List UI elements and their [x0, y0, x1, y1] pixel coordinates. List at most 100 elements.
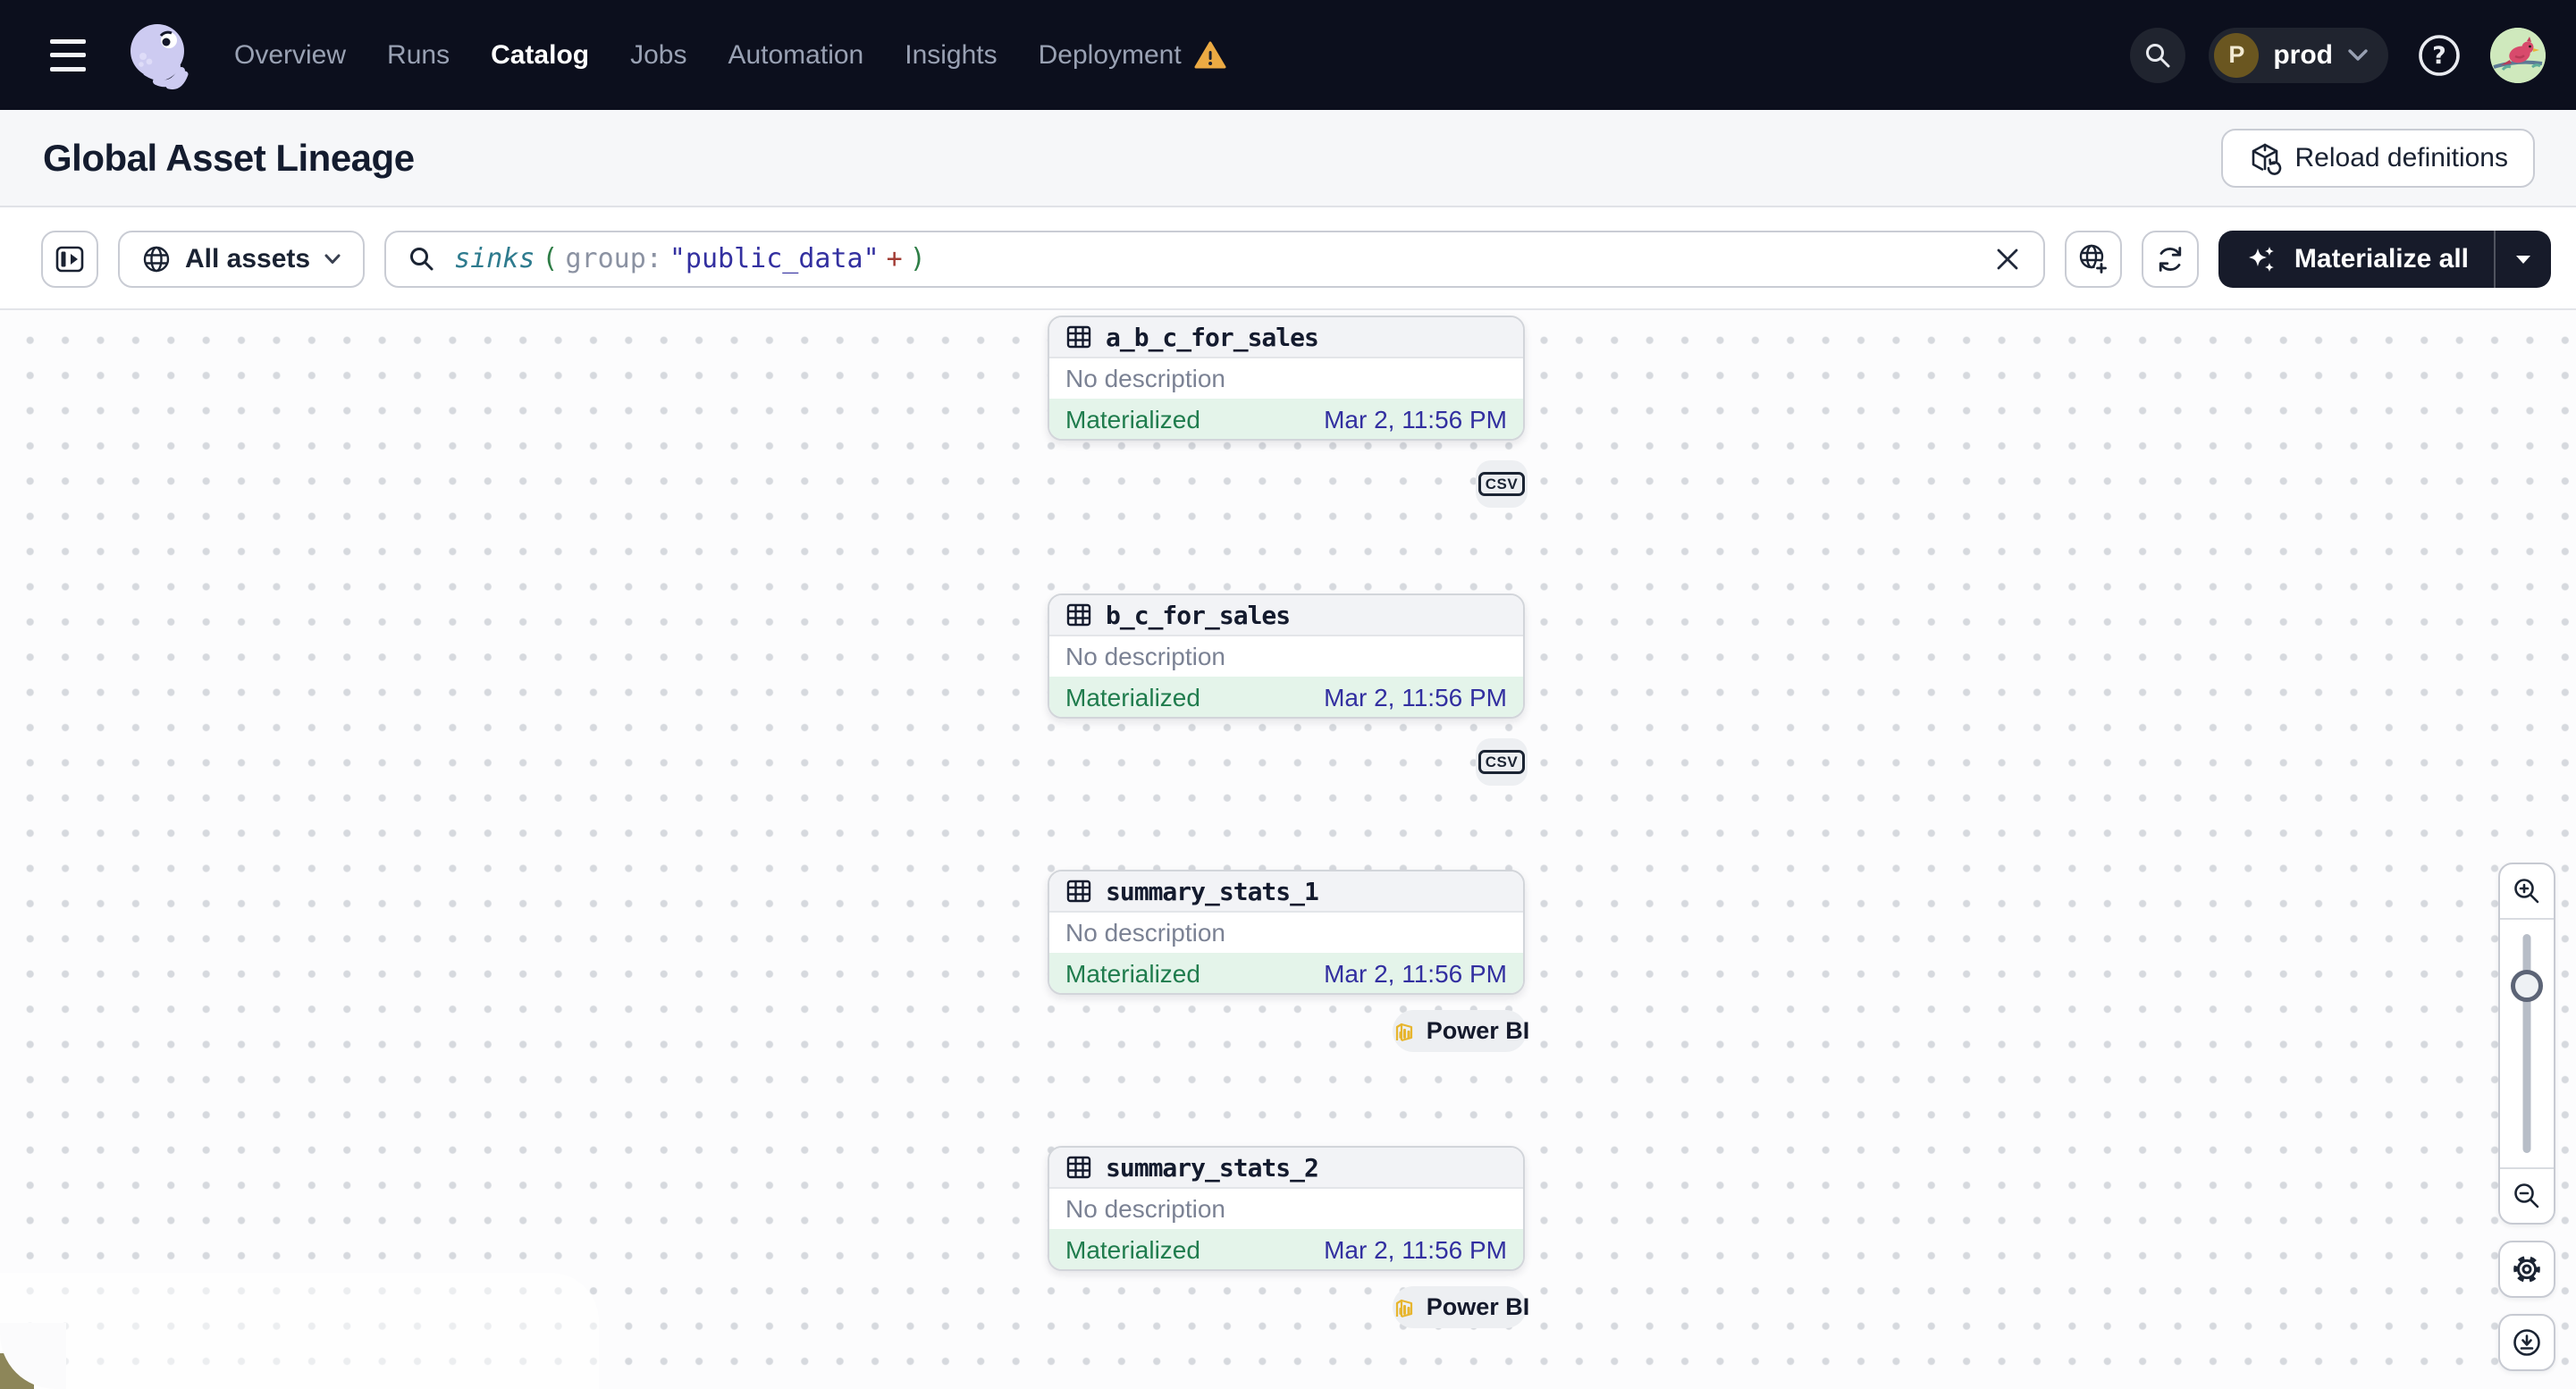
deployment-badge: P [2214, 32, 2260, 78]
open-left-panel-button[interactable] [41, 230, 98, 288]
refresh-button[interactable] [2141, 230, 2199, 288]
refresh-icon [2154, 243, 2186, 275]
reload-definitions-button[interactable]: Reload definitions [2220, 128, 2535, 188]
search-button[interactable] [2130, 27, 2186, 83]
materialization-timestamp[interactable]: Mar 2, 11:56 PM [1324, 960, 1507, 989]
table-icon [1065, 324, 1092, 350]
nav-item-label: Deployment [1038, 39, 1182, 70]
chevron-down-icon [324, 253, 341, 265]
deployment-name: prod [2273, 39, 2333, 70]
status-badge: Materialized [1065, 959, 1200, 988]
powerbi-kind-tag[interactable]: Power BI [1390, 1010, 1529, 1052]
nav-item-catalog[interactable]: Catalog [491, 40, 589, 71]
powerbi-icon [1390, 1018, 1417, 1045]
materialize-split-button: Materialize all [2218, 230, 2551, 288]
asset-node-header: summary_stats_2 [1049, 1148, 1523, 1189]
query-field: group: [565, 243, 662, 274]
zoom-out-button[interactable] [2500, 1167, 2554, 1223]
zoom-in-button[interactable] [2500, 864, 2554, 920]
lineage-toolbar: All assets sinks ( group: "public_data" … [0, 209, 2576, 310]
code-location-reload-icon [2248, 141, 2282, 175]
page-title: Global Asset Lineage [43, 136, 415, 179]
nav-item-jobs[interactable]: Jobs [630, 40, 686, 71]
clear-query-button[interactable] [1988, 240, 2027, 279]
warning-icon [1194, 41, 1226, 70]
nav-item-automation[interactable]: Automation [728, 40, 863, 71]
zoom-slider-thumb[interactable] [2511, 970, 2543, 1002]
zoom-slider[interactable] [2500, 920, 2554, 1167]
asset-status-row: Materialized Mar 2, 11:56 PM [1049, 1229, 1523, 1269]
zoom-slider-track[interactable] [2522, 934, 2531, 1153]
top-navbar: Overview Runs Catalog Jobs Automation In… [0, 0, 2576, 110]
close-icon [1996, 248, 2019, 271]
panel-toggle-icon [54, 243, 86, 275]
graph-settings-button[interactable] [2498, 1241, 2555, 1298]
search-icon [2143, 41, 2172, 70]
menu-icon[interactable] [50, 38, 89, 72]
csv-kind-tag[interactable]: CSV [1476, 460, 1528, 508]
view-full-graph-button[interactable] [2064, 230, 2122, 288]
sparkles-icon [2243, 241, 2279, 277]
materialize-options-button[interactable] [2496, 231, 2551, 288]
zoom-out-icon [2512, 1181, 2542, 1211]
materialize-all-button[interactable]: Materialize all [2218, 231, 2494, 288]
zoom-in-icon [2512, 876, 2542, 906]
asset-description: No description [1065, 1194, 1225, 1223]
asset-node-summary-stats-2[interactable]: summary_stats_2 No description Materiali… [1048, 1146, 1525, 1271]
table-icon [1065, 878, 1092, 905]
powerbi-kind-tag[interactable]: Power BI [1390, 1286, 1530, 1328]
user-avatar[interactable] [2490, 27, 2546, 83]
minimap-glow [0, 1273, 599, 1389]
csv-kind-tag[interactable]: CSV [1476, 738, 1528, 786]
asset-node-header: summary_stats_1 [1049, 871, 1523, 913]
asset-name: a_b_c_for_sales [1106, 322, 1319, 352]
asset-node-summary-stats-1[interactable]: summary_stats_1 No description Materiali… [1048, 870, 1525, 995]
asset-status-row: Materialized Mar 2, 11:56 PM [1049, 677, 1523, 717]
asset-node-a-b-c-for-sales[interactable]: a_b_c_for_sales No description Materiali… [1048, 316, 1525, 441]
materialization-timestamp[interactable]: Mar 2, 11:56 PM [1324, 406, 1507, 434]
powerbi-label: Power BI [1426, 1293, 1530, 1320]
query-open-paren: ( [542, 243, 559, 274]
zoom-control-panel [2498, 863, 2555, 1225]
download-icon [2511, 1326, 2543, 1359]
help-button[interactable]: ? [2412, 28, 2467, 83]
lineage-canvas[interactable]: a_b_c_for_sales No description Materiali… [0, 312, 2576, 1389]
nav-item-runs[interactable]: Runs [387, 40, 450, 71]
asset-description: No description [1065, 364, 1225, 392]
table-icon [1065, 602, 1092, 628]
download-graph-button[interactable] [2498, 1314, 2555, 1371]
nav-right-cluster: P prod ? [2130, 27, 2546, 83]
asset-description: No description [1065, 918, 1225, 947]
materialization-timestamp[interactable]: Mar 2, 11:56 PM [1324, 684, 1507, 712]
deployment-switcher[interactable]: P prod [2209, 27, 2388, 83]
asset-node-header: b_c_for_sales [1049, 595, 1523, 636]
status-badge: Materialized [1065, 683, 1200, 711]
asset-description: No description [1065, 642, 1225, 670]
primary-nav: Overview Runs Catalog Jobs Automation In… [234, 40, 1226, 71]
globe-icon [141, 244, 172, 274]
globe-plus-icon [2076, 242, 2110, 276]
asset-scope-label: All assets [185, 243, 311, 274]
nav-item-overview[interactable]: Overview [234, 40, 346, 71]
search-icon [408, 245, 436, 274]
table-icon [1065, 1154, 1092, 1181]
gear-icon [2511, 1253, 2543, 1285]
question-icon: ? [2416, 32, 2462, 79]
asset-name: summary_stats_2 [1106, 1152, 1319, 1183]
powerbi-icon [1390, 1294, 1417, 1321]
asset-node-b-c-for-sales[interactable]: b_c_for_sales No description Materialize… [1048, 593, 1525, 719]
page-header: Global Asset Lineage Reload definitions [0, 110, 2576, 207]
materialization-timestamp[interactable]: Mar 2, 11:56 PM [1324, 1236, 1507, 1265]
nav-item-deployment[interactable]: Deployment [1039, 40, 1226, 71]
query-function: sinks [454, 243, 535, 274]
asset-scope-selector[interactable]: All assets [118, 230, 366, 288]
asset-status-row: Materialized Mar 2, 11:56 PM [1049, 953, 1523, 993]
query-traversal-operator: + [886, 243, 903, 274]
materialize-all-label: Materialize all [2294, 243, 2469, 274]
dagster-logo-icon[interactable] [125, 21, 193, 89]
query-close-paren: ) [909, 243, 926, 274]
status-badge: Materialized [1065, 405, 1200, 434]
asset-selection-input[interactable]: sinks ( group: "public_data" + ) [384, 230, 2045, 288]
nav-item-insights[interactable]: Insights [905, 40, 997, 71]
status-badge: Materialized [1065, 1235, 1200, 1264]
